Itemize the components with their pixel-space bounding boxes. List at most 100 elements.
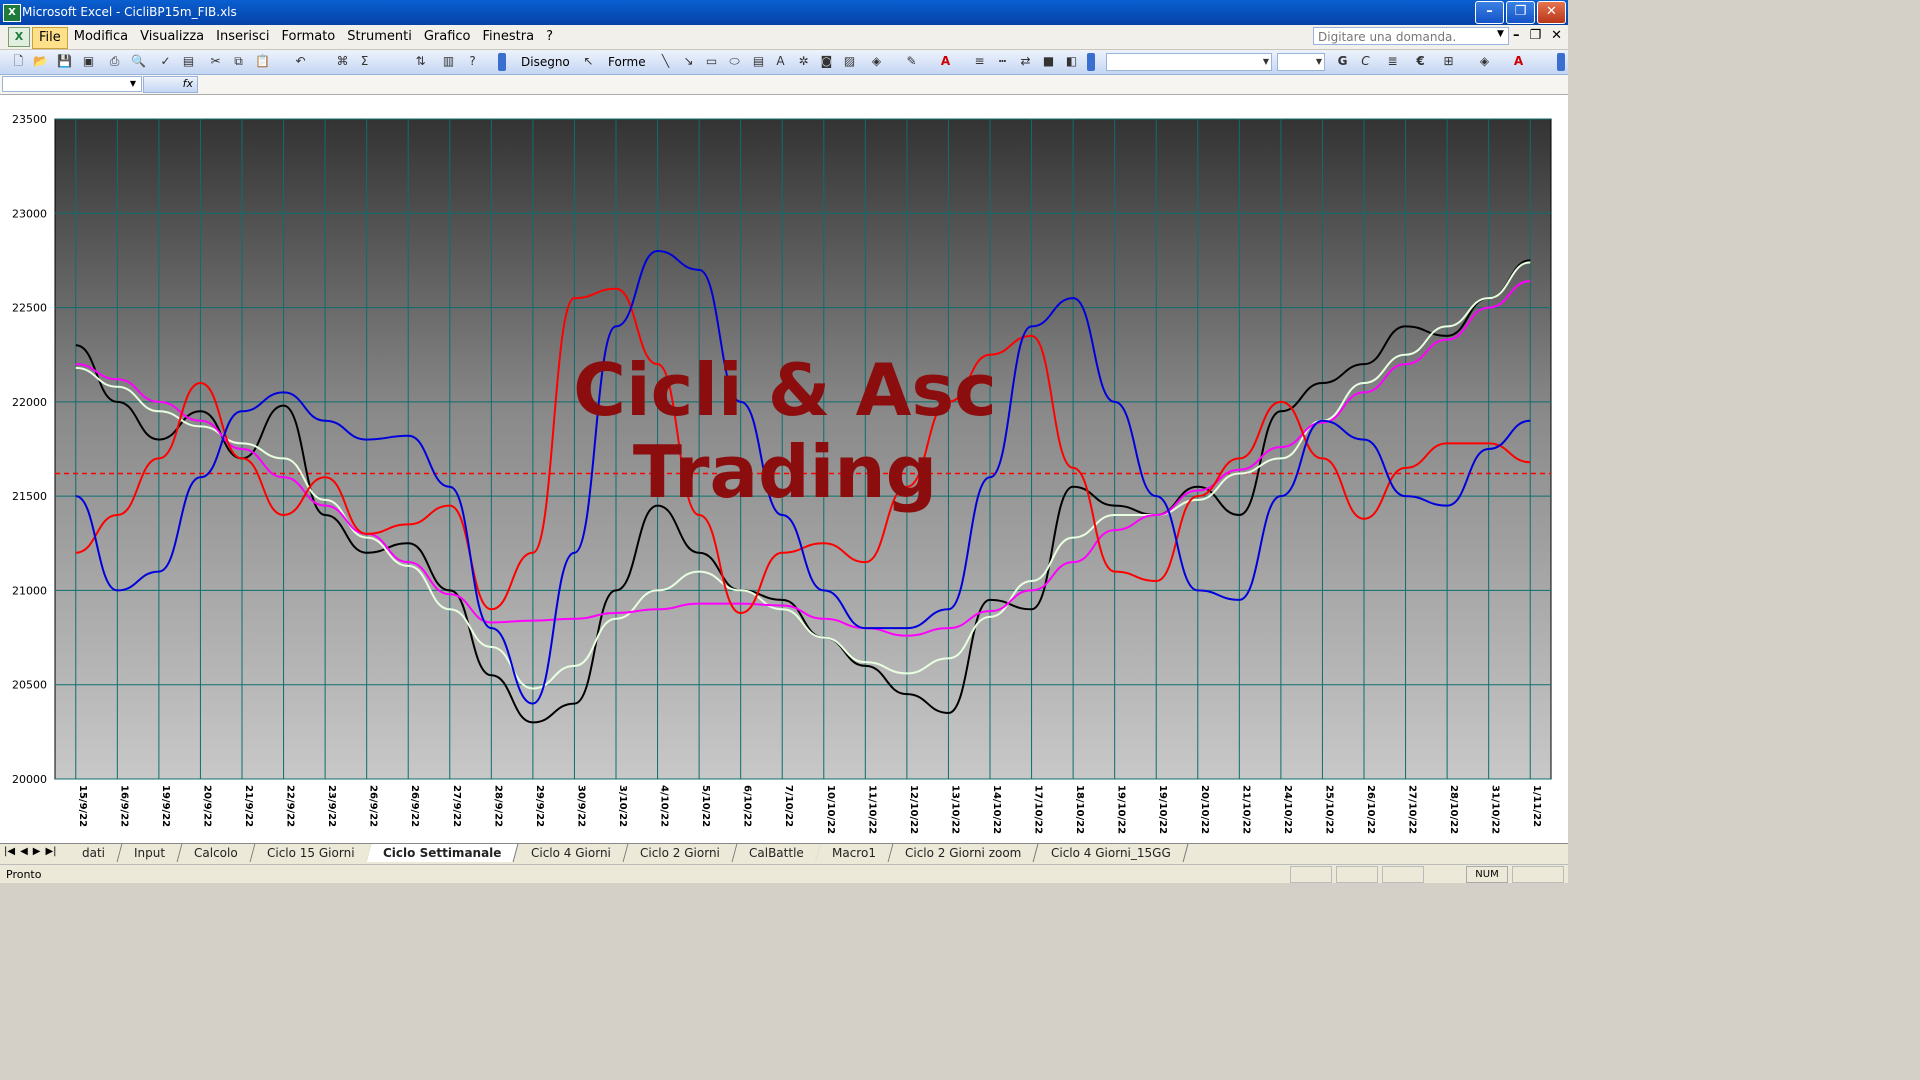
clipart-icon[interactable]: ◙ <box>818 53 835 70</box>
sheet-tab[interactable]: Ciclo 4 Giorni_15GG <box>1034 844 1188 862</box>
sheet-tab-label: Ciclo 2 Giorni zoom <box>905 846 1022 860</box>
diagram-icon[interactable]: ✲ <box>795 53 812 70</box>
sheet-tab-label: Ciclo 4 Giorni <box>530 846 611 860</box>
save-icon[interactable]: 💾 <box>56 53 73 70</box>
select-pointer-icon[interactable]: ↖ <box>580 53 597 70</box>
undo-icon[interactable]: ↶ <box>292 53 309 70</box>
sheet-tab[interactable]: Ciclo 15 Giorni <box>250 844 372 862</box>
open-icon[interactable]: 📂 <box>32 53 49 70</box>
dash-style-icon[interactable]: ┅ <box>994 53 1011 70</box>
sheet-tab[interactable]: Ciclo 4 Giorni <box>514 844 629 862</box>
euro-icon[interactable]: € <box>1412 53 1429 70</box>
font-name-select[interactable]: ▼ <box>1106 53 1272 71</box>
oval-icon[interactable]: ⬭ <box>726 53 743 70</box>
chart-area[interactable]: 20000 20500 21000 21500 22000 22500 23000 23500… <box>0 95 1568 843</box>
chart-wizard-icon[interactable]: ▥ <box>440 53 457 70</box>
hyperlink-icon[interactable]: ⌘ <box>334 53 351 70</box>
x-tick-label: 26/9/22 <box>368 785 379 827</box>
textbox-icon[interactable]: ▤ <box>750 53 767 70</box>
num-lock-indicator: NUM <box>1466 866 1508 883</box>
sheet-tab[interactable]: dati <box>65 844 123 862</box>
menu-item[interactable]: Visualizza <box>134 27 210 49</box>
menu-item[interactable]: Finestra <box>477 27 541 49</box>
toolbar-grip[interactable] <box>498 53 506 71</box>
doc-minimize-button[interactable]: – <box>1513 28 1520 43</box>
menu-item[interactable]: File <box>32 27 68 49</box>
last-sheet-icon[interactable]: ▶| <box>45 846 56 857</box>
line-icon[interactable]: ╲ <box>657 53 674 70</box>
excel-icon[interactable]: X <box>3 4 21 22</box>
sheet-tab[interactable]: Ciclo 2 Giorni <box>623 844 737 862</box>
rectangle-icon[interactable]: ▭ <box>703 53 720 70</box>
next-sheet-icon[interactable]: ▶ <box>33 846 41 857</box>
menu-item[interactable]: ? <box>540 27 559 49</box>
draw-menu[interactable]: Disegno <box>521 55 570 69</box>
x-tick-label: 18/10/22 <box>1074 785 1085 834</box>
font-color-icon[interactable]: A <box>937 53 954 70</box>
prev-sheet-icon[interactable]: ◀ <box>20 846 28 857</box>
doc-restore-button[interactable]: ❐ <box>1529 28 1541 43</box>
sheet-tab[interactable]: Ciclo 2 Giorni zoom <box>888 844 1040 862</box>
font-size-select[interactable]: ▼ <box>1277 53 1325 71</box>
arrow-style-icon[interactable]: ⇄ <box>1017 53 1034 70</box>
autosum-icon[interactable]: Σ <box>356 53 373 70</box>
help-icon[interactable]: ? <box>464 53 481 70</box>
x-tick-label: 7/10/22 <box>783 785 794 827</box>
print-preview-icon[interactable]: 🔍 <box>130 53 147 70</box>
first-sheet-icon[interactable]: |◀ <box>4 846 15 857</box>
line-color-icon[interactable]: ✎ <box>903 53 920 70</box>
menu-bar: X File Modifica Visualizza Inserisci Formato… <box>0 25 1568 50</box>
paste-icon[interactable]: 📋 <box>254 53 271 70</box>
help-search-input[interactable]: Digitare una domanda. <box>1313 27 1509 45</box>
toolbar-grip-2[interactable] <box>1087 53 1095 71</box>
y-tick-label: 21500 <box>12 490 47 503</box>
italic-icon[interactable]: C <box>1357 53 1374 70</box>
sheet-tab[interactable]: Ciclo Settimanale <box>366 844 520 862</box>
menu-item[interactable]: Inserisci <box>210 27 275 49</box>
restore-button[interactable]: ❐ <box>1506 1 1535 24</box>
shadow-icon[interactable]: ■ <box>1040 53 1057 70</box>
bold-icon[interactable]: G <box>1334 53 1351 70</box>
cut-icon[interactable]: ✂ <box>207 53 224 70</box>
minimize-button[interactable]: – <box>1475 1 1504 24</box>
research-icon[interactable]: ▤ <box>180 53 197 70</box>
sort-icon[interactable]: ⇅ <box>412 53 429 70</box>
menu-item[interactable]: Grafico <box>418 27 477 49</box>
name-box[interactable]: ▼ <box>2 76 142 92</box>
cycle-chart[interactable]: 20000 20500 21000 21500 22000 22500 23000 23500… <box>0 95 1568 843</box>
line-style-icon[interactable]: ≡ <box>971 53 988 70</box>
font-color-icon-2[interactable]: A <box>1510 53 1527 70</box>
function-icon[interactable]: fx <box>143 76 198 93</box>
align-icon[interactable]: ≣ <box>1384 53 1401 70</box>
menu-item[interactable]: Modifica <box>68 27 134 49</box>
fill-color-icon-2[interactable]: ◈ <box>1476 53 1493 70</box>
x-tick-label: 26/10/22 <box>1365 785 1376 834</box>
picture-icon[interactable]: ▨ <box>841 53 858 70</box>
3d-icon[interactable]: ◧ <box>1063 53 1080 70</box>
menu-item[interactable]: Strumenti <box>341 27 418 49</box>
new-icon[interactable]: 🗋 <box>10 53 27 70</box>
spelling-icon[interactable]: ✓ <box>157 53 174 70</box>
sheet-tab[interactable]: Input <box>117 844 183 862</box>
sheet-tab[interactable]: Macro1 <box>815 844 894 862</box>
x-tick-label: 16/9/22 <box>118 785 129 827</box>
print-icon[interactable]: ⎙ <box>106 53 123 70</box>
borders-icon[interactable]: ⊞ <box>1440 53 1457 70</box>
x-tick-label: 1/11/22 <box>1531 785 1542 827</box>
arrow-icon[interactable]: ↘ <box>680 53 697 70</box>
close-button[interactable]: ✕ <box>1537 1 1566 24</box>
menu-item[interactable]: Formato <box>276 27 342 49</box>
fill-color-icon[interactable]: ◈ <box>868 53 885 70</box>
wordart-icon[interactable]: A <box>772 53 789 70</box>
chevron-down-icon[interactable]: ▼ <box>1497 29 1504 39</box>
doc-close-button[interactable]: ✕ <box>1551 28 1562 43</box>
sheet-tab[interactable]: CalBattle <box>732 844 821 862</box>
shapes-menu[interactable]: Forme <box>608 55 646 69</box>
y-tick-label: 20500 <box>12 679 47 692</box>
workbook-icon[interactable]: X <box>8 27 30 47</box>
permission-icon[interactable]: ▣ <box>80 53 97 70</box>
toolbar-grip-3[interactable] <box>1557 53 1565 71</box>
copy-icon[interactable]: ⧉ <box>230 53 247 70</box>
x-tick-label: 21/9/22 <box>243 785 254 827</box>
sheet-tab[interactable]: Calcolo <box>177 844 256 862</box>
